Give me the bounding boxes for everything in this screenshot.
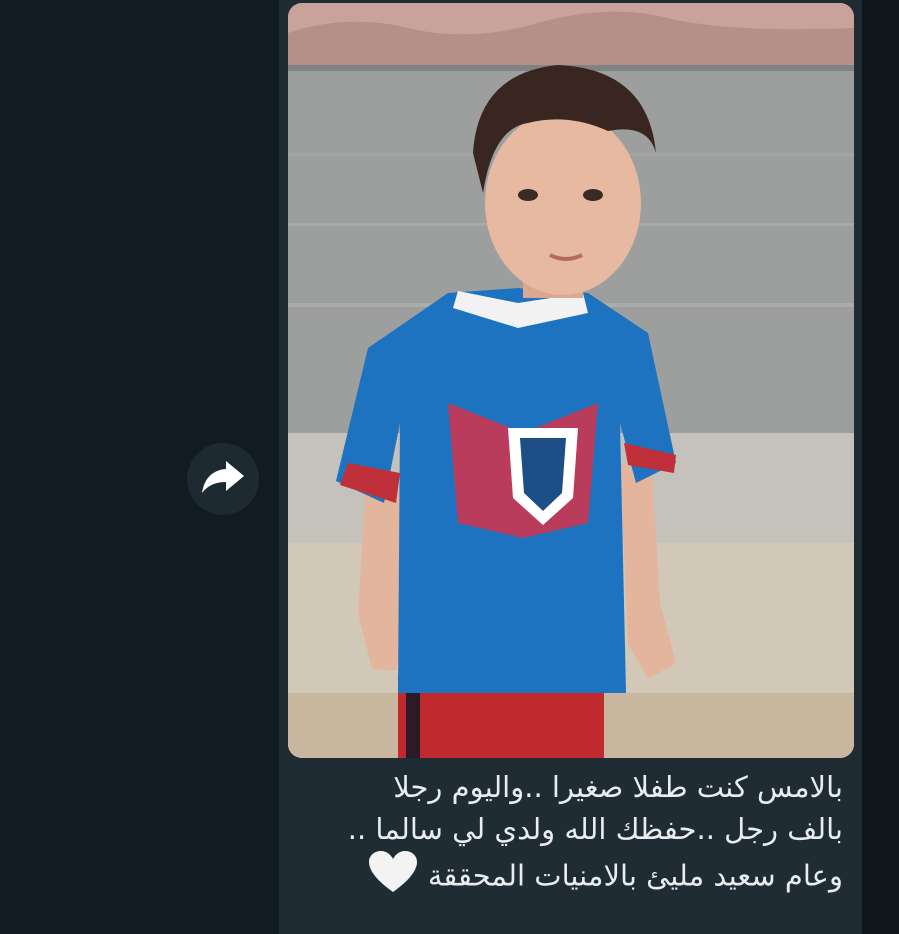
- caption-line-3-text: وعام سعيد مليئ بالامنيات المحققة: [427, 858, 843, 893]
- forward-arrow-icon: [200, 457, 246, 501]
- white-heart-icon: [368, 850, 418, 905]
- caption-line-3: وعام سعيد مليئ بالامنيات المحققة: [293, 850, 843, 905]
- forward-button[interactable]: [187, 443, 259, 515]
- caption-line-1: بالامس كنت طفلا صغيرا ..واليوم رجلا: [393, 770, 843, 804]
- chat-area: بالامس كنت طفلا صغيرا ..واليوم رجلا بالف…: [0, 0, 899, 934]
- message-photo[interactable]: [288, 3, 854, 758]
- message-bubble[interactable]: بالامس كنت طفلا صغيرا ..واليوم رجلا بالف…: [279, 0, 862, 934]
- message-caption: بالامس كنت طفلا صغيرا ..واليوم رجلا بالف…: [293, 766, 843, 905]
- caption-line-2: بالف رجل ..حفظك الله ولدي لي سالما ..: [347, 812, 843, 846]
- photo-child-on-beach: [288, 3, 854, 758]
- scroll-edge: [862, 0, 899, 934]
